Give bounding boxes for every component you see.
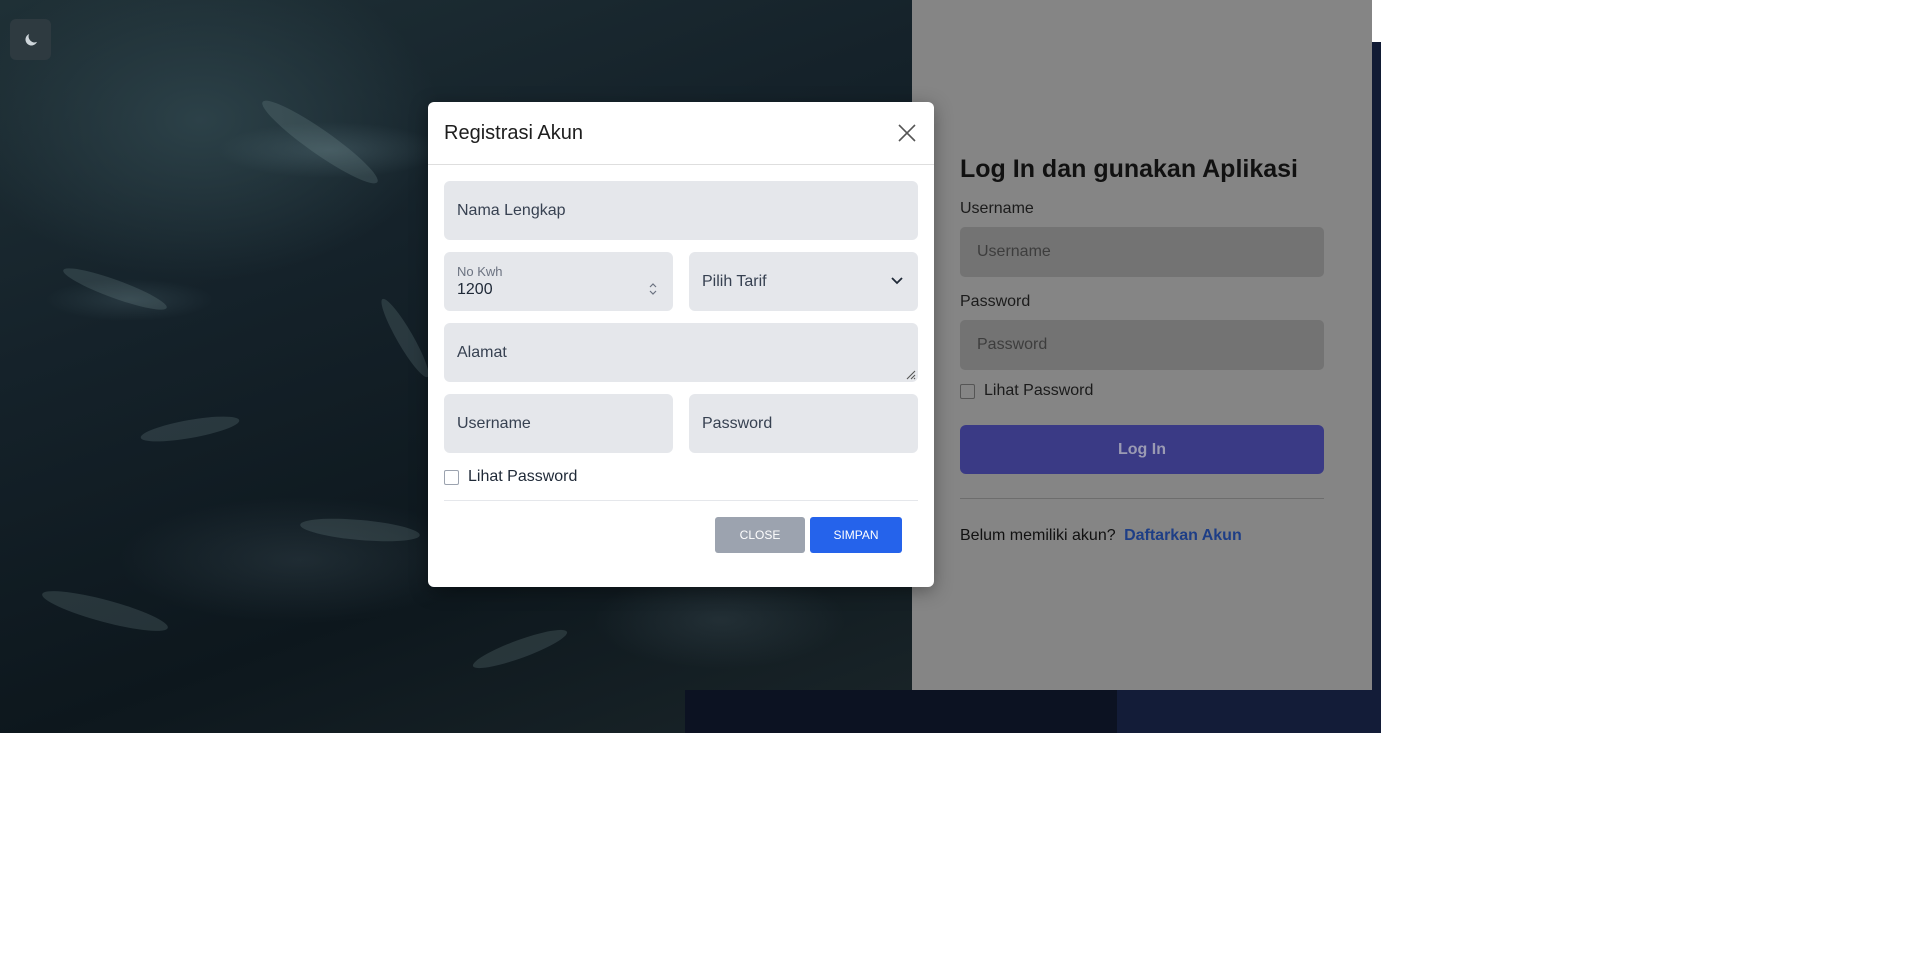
modal-show-password-label: Lihat Password xyxy=(468,468,578,485)
modal-username-input[interactable]: Username xyxy=(444,394,673,453)
kwh-tarif-row: No Kwh 1200 Pilih Tarif xyxy=(444,252,918,311)
modal-password-input[interactable]: Password xyxy=(689,394,918,453)
spinner-icon[interactable] xyxy=(648,282,658,296)
chevron-down-icon xyxy=(891,277,903,285)
kwh-value: 1200 xyxy=(457,281,493,298)
page: Log In dan gunakan Aplikasi Username Use… xyxy=(0,0,1918,958)
modal-show-password[interactable]: Lihat Password xyxy=(444,468,918,486)
kwh-number-input[interactable]: No Kwh 1200 xyxy=(444,252,673,311)
address-textarea[interactable]: Alamat xyxy=(444,323,918,382)
tarif-select-value: Pilih Tarif xyxy=(702,272,767,290)
address-placeholder: Alamat xyxy=(457,343,507,361)
tarif-select[interactable]: Pilih Tarif xyxy=(689,252,918,311)
register-modal: Registrasi Akun Nama Lengkap No Kwh 1200 xyxy=(428,102,934,587)
modal-username-placeholder: Username xyxy=(457,414,531,432)
theme-toggle-button[interactable] xyxy=(10,19,51,60)
close-button[interactable]: Close xyxy=(715,517,805,553)
modal-body: Nama Lengkap No Kwh 1200 Pilih Tarif Ala… xyxy=(428,165,934,501)
modal-password-placeholder: Password xyxy=(702,414,773,432)
save-button[interactable]: Simpan xyxy=(810,517,902,553)
modal-footer: Close Simpan xyxy=(428,501,934,553)
resize-handle-icon[interactable] xyxy=(904,368,916,380)
full-name-input[interactable]: Nama Lengkap xyxy=(444,181,918,240)
full-name-placeholder: Nama Lengkap xyxy=(457,201,566,219)
close-icon xyxy=(898,124,916,142)
modal-close-button[interactable] xyxy=(895,121,919,145)
credentials-row: Username Password xyxy=(444,394,918,453)
modal-title: Registrasi Akun xyxy=(444,121,583,144)
modal-header: Registrasi Akun xyxy=(428,102,934,165)
address-row: Alamat xyxy=(444,323,918,382)
kwh-label: No Kwh xyxy=(457,264,503,279)
modal-show-password-checkbox[interactable] xyxy=(444,469,459,485)
moon-icon xyxy=(24,33,37,46)
